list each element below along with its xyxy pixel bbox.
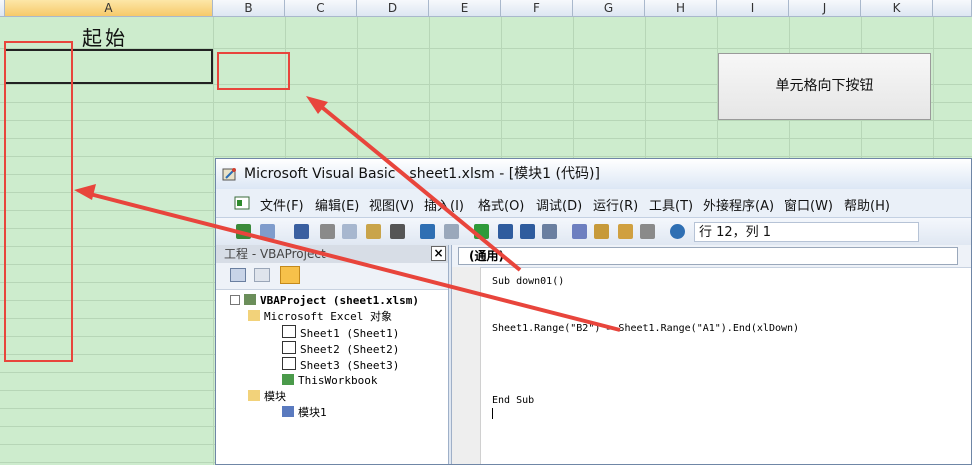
col-header-d[interactable]: D — [357, 0, 429, 17]
project-explorer-toolbar — [216, 263, 448, 290]
vbe-title-bar[interactable]: Microsoft Visual Basic - sheet1.xlsm - [… — [216, 159, 971, 189]
workbook-icon — [282, 374, 294, 385]
menu-insert[interactable]: 插入(I) — [424, 195, 464, 214]
code-line[interactable]: End Sub — [492, 395, 534, 406]
folder-icon — [248, 390, 260, 401]
code-line[interactable]: Sheet1.Range("B2") = Sheet1.Range("A1").… — [492, 323, 799, 334]
menu-help[interactable]: 帮助(H) — [844, 195, 890, 214]
vbe-window-title: Microsoft Visual Basic - sheet1.xlsm - [… — [244, 166, 600, 182]
menu-window[interactable]: 窗口(W) — [784, 195, 833, 214]
menu-file[interactable]: 文件(F) — [260, 195, 304, 214]
col-header-h[interactable]: H — [645, 0, 717, 17]
watermark-url: jingyan.baidu.com — [745, 422, 884, 440]
properties-icon[interactable] — [594, 224, 609, 239]
design-mode-icon[interactable] — [542, 224, 557, 239]
toolbox-icon[interactable] — [640, 224, 655, 239]
paste-icon[interactable] — [366, 224, 381, 239]
menu-run[interactable]: 运行(R) — [593, 195, 638, 214]
tree-node-sheet2[interactable]: Sheet2 (Sheet2) — [282, 341, 399, 357]
code-line[interactable]: Sub down01() — [492, 276, 564, 287]
gridline — [0, 156, 972, 157]
project-explorer-title: 工程 - VBAProject — [216, 245, 448, 263]
run-icon[interactable] — [474, 224, 489, 239]
col-header-e[interactable]: E — [429, 0, 501, 17]
move-down-button[interactable]: 单元格向下按钮 — [718, 53, 931, 120]
col-header-b[interactable]: B — [213, 0, 285, 17]
tree-node-thisworkbook[interactable]: ThisWorkbook — [282, 373, 377, 389]
cell-a1-start-label[interactable]: 起始 — [82, 22, 128, 51]
highlight-cell-b2 — [217, 52, 290, 90]
menu-tools[interactable]: 工具(T) — [649, 195, 693, 214]
view-object-icon[interactable] — [254, 268, 270, 282]
menu-bar: 文件(F) 编辑(E) 视图(V) 插入(I) 格式(O) 调试(D) 运行(R… — [216, 189, 971, 217]
menu-format[interactable]: 格式(O) — [478, 195, 524, 214]
col-header-l[interactable] — [933, 0, 972, 17]
view-code-icon[interactable] — [230, 268, 246, 282]
reset-icon[interactable] — [520, 224, 535, 239]
insert-module-icon[interactable] — [260, 224, 275, 239]
object-combo[interactable]: (通用) — [458, 247, 958, 265]
code-margin[interactable] — [452, 267, 481, 464]
folder-icon — [248, 310, 260, 321]
excel-view-icon[interactable] — [234, 195, 250, 211]
col-header-k[interactable]: K — [861, 0, 933, 17]
tree-node-excel-objects[interactable]: Microsoft Excel 对象 — [248, 309, 392, 325]
menu-debug[interactable]: 调试(D) — [536, 195, 582, 214]
tree-node-sheet1[interactable]: Sheet1 (Sheet1) — [282, 325, 399, 341]
vba-app-icon — [222, 168, 236, 181]
tree-node-vbaproject[interactable]: VBAProject (sheet1.xlsm) — [230, 293, 419, 309]
menu-view[interactable]: 视图(V) — [369, 195, 414, 214]
cursor-position-status: 行 12，列 1 — [694, 222, 919, 242]
project-explorer-icon[interactable] — [572, 224, 587, 239]
save-icon[interactable] — [294, 224, 309, 239]
break-icon[interactable] — [498, 224, 513, 239]
toggle-folders-icon[interactable] — [280, 266, 300, 284]
view-excel-icon[interactable] — [236, 224, 251, 239]
highlight-column-a — [4, 41, 73, 362]
col-header-j[interactable]: J — [789, 0, 861, 17]
code-window[interactable]: (通用) Sub down01() Sheet1.Range("B2") = S… — [451, 245, 971, 464]
redo-icon[interactable] — [444, 224, 459, 239]
col-header-g[interactable]: G — [573, 0, 645, 17]
gridline — [0, 138, 972, 139]
col-header-a[interactable]: A — [5, 0, 213, 17]
menu-addins[interactable]: 外接程序(A) — [703, 195, 774, 214]
worksheet-icon — [282, 357, 296, 370]
gridline — [0, 120, 972, 121]
help-icon[interactable] — [670, 224, 685, 239]
collapse-icon[interactable] — [230, 295, 240, 305]
tree-node-modules[interactable]: 模块 — [248, 389, 286, 405]
object-browser-icon[interactable] — [618, 224, 633, 239]
cut-icon[interactable] — [320, 224, 335, 239]
worksheet-icon — [282, 341, 296, 354]
standard-toolbar: 行 12，列 1 — [216, 217, 971, 246]
tree-node-module1[interactable]: 模块1 — [282, 405, 327, 421]
col-header-c[interactable]: C — [285, 0, 357, 17]
text-cursor — [492, 408, 493, 419]
code-window-header: (通用) — [452, 245, 971, 268]
close-icon[interactable]: × — [431, 246, 446, 261]
find-icon[interactable] — [390, 224, 405, 239]
menu-edit[interactable]: 编辑(E) — [315, 195, 359, 214]
col-header-f[interactable]: F — [501, 0, 573, 17]
copy-icon[interactable] — [342, 224, 357, 239]
worksheet-icon — [282, 325, 296, 338]
project-explorer: 工程 - VBAProject × VBAProject (sheet1.xls… — [216, 245, 449, 464]
project-tree: VBAProject (sheet1.xlsm) Microsoft Excel… — [216, 291, 448, 464]
undo-icon[interactable] — [420, 224, 435, 239]
module-icon — [282, 406, 294, 417]
vbaproject-icon — [244, 294, 256, 305]
tree-node-sheet3[interactable]: Sheet3 (Sheet3) — [282, 357, 399, 373]
col-header-i[interactable]: I — [717, 0, 789, 17]
